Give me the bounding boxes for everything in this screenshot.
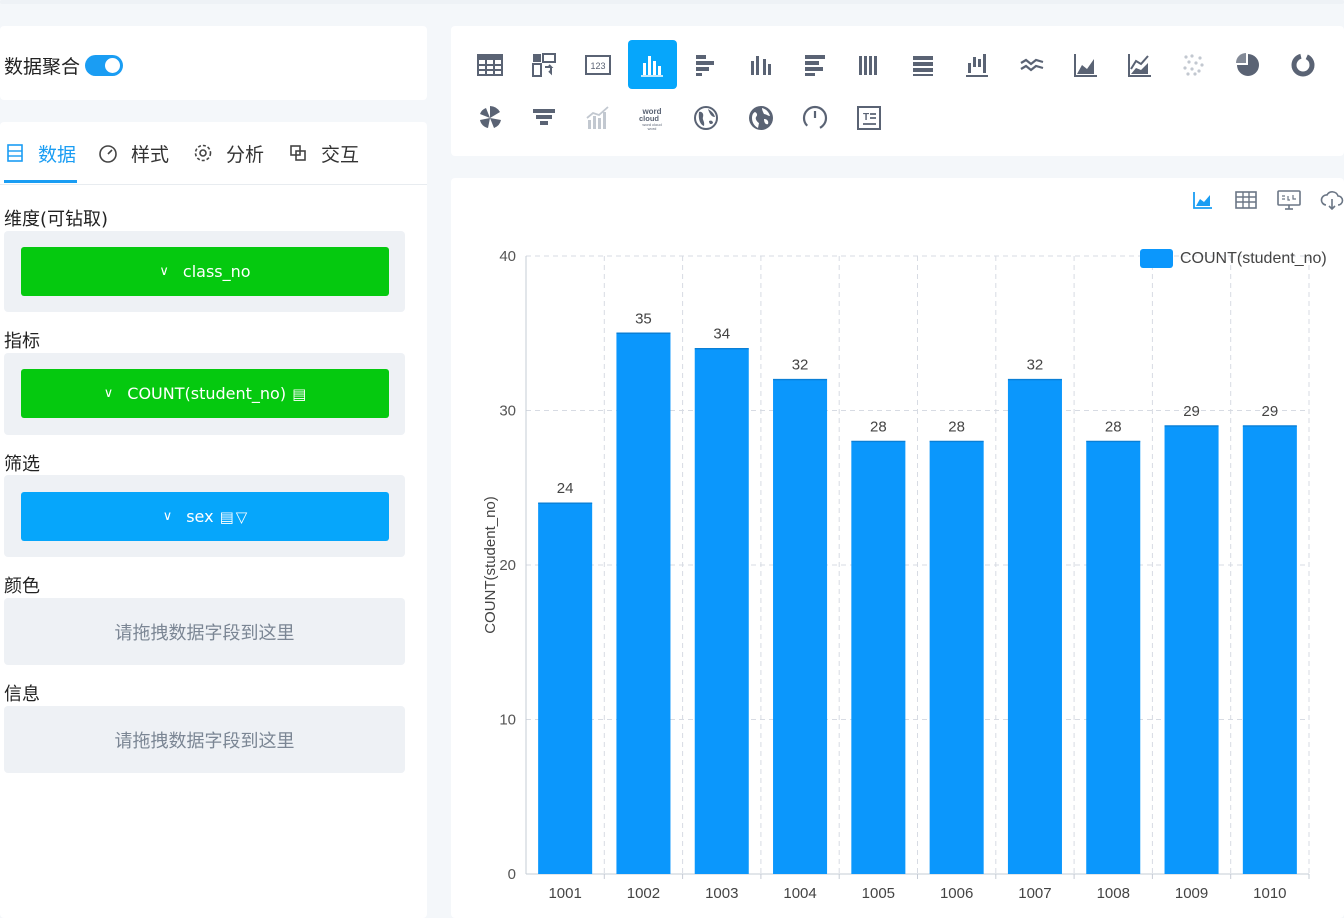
area-chart-icon[interactable]	[1061, 40, 1110, 89]
rose-chart-icon[interactable]	[465, 93, 514, 142]
map-icon[interactable]	[682, 93, 731, 142]
funnel-icon[interactable]	[519, 93, 568, 142]
grouped-bar-icon[interactable]	[736, 40, 785, 89]
line-chart-icon[interactable]	[1007, 40, 1056, 89]
svg-text:T: T	[863, 112, 869, 123]
filter-field-pill[interactable]: ∨ sex ▤ ▽	[21, 492, 389, 541]
svg-text:word: word	[648, 126, 657, 131]
info-title: 信息	[4, 684, 40, 705]
combo-chart-icon[interactable]	[573, 93, 622, 142]
word-cloud-icon[interactable]: word cloud word cloud word	[628, 93, 677, 142]
link-icon	[287, 142, 309, 164]
chevron-down-icon: ∨	[162, 509, 173, 524]
chevron-down-icon: ∨	[159, 264, 169, 279]
metric-field-pill[interactable]: ∨ COUNT(student_no) ▤	[21, 369, 389, 418]
scatter-icon[interactable]	[1170, 40, 1219, 89]
dimension-field-pill[interactable]: ∨ class_no	[21, 247, 389, 296]
metric-title: 指标	[4, 331, 40, 352]
gear-icon	[192, 142, 214, 164]
dimension-title: 维度(可钻取)	[4, 209, 109, 230]
tab-label: 交互	[321, 143, 360, 166]
table-icon[interactable]	[465, 40, 514, 89]
horizontal-bar-icon[interactable]	[682, 40, 731, 89]
stacked-bar-icon[interactable]	[844, 40, 893, 89]
field-label: COUNT(student_no)	[127, 384, 287, 403]
gauge-icon[interactable]	[790, 93, 839, 142]
chart-view-icon[interactable]	[1191, 188, 1215, 212]
field-label: class_no	[182, 262, 251, 281]
pie-chart-icon[interactable]	[1224, 40, 1273, 89]
field-label: sex	[186, 507, 214, 526]
data-icon	[4, 142, 26, 164]
stacked-horizontal-bar-icon[interactable]	[790, 40, 839, 89]
number-card-icon[interactable]: 123	[573, 40, 622, 89]
percent-bar-icon[interactable]	[899, 40, 948, 89]
calendar-icon[interactable]: ▤	[292, 385, 306, 403]
aggregation-label: 数据聚合	[4, 56, 81, 78]
chevron-down-icon: ∨	[103, 386, 114, 401]
calendar-icon[interactable]: ▤	[220, 508, 234, 526]
pivot-icon[interactable]	[519, 40, 568, 89]
svg-text:123: 123	[590, 61, 605, 71]
top-bar	[0, 0, 1344, 4]
tab-interaction[interactable]: 交互	[287, 138, 359, 168]
filter-icon[interactable]: ▽	[236, 508, 248, 526]
color-placeholder: 请拖拽数据字段到这里	[114, 622, 295, 644]
info-placeholder: 请拖拽数据字段到这里	[114, 730, 295, 752]
tab-label: 数据	[38, 143, 77, 166]
donut-chart-icon[interactable]	[1278, 40, 1327, 89]
color-title: 颜色	[4, 576, 40, 597]
tab-style[interactable]: 样式	[97, 138, 169, 168]
chart-panel	[451, 178, 1344, 918]
table-view-icon[interactable]	[1234, 188, 1258, 212]
tab-label: 分析	[226, 143, 265, 166]
tab-label: 样式	[131, 143, 170, 166]
tab-analysis[interactable]: 分析	[192, 138, 264, 168]
filter-title: 筛选	[4, 454, 40, 475]
stacked-area-icon[interactable]	[1115, 40, 1164, 89]
text-icon[interactable]: T	[844, 93, 893, 142]
tab-data[interactable]: 数据	[4, 138, 76, 168]
world-map-icon[interactable]	[736, 93, 785, 142]
sql-icon[interactable]	[1277, 188, 1301, 212]
download-icon[interactable]	[1320, 188, 1344, 212]
aggregation-toggle[interactable]	[85, 55, 123, 76]
tab-active-indicator	[4, 180, 77, 183]
waterfall-icon[interactable]	[953, 40, 1002, 89]
bar-chart-icon[interactable]	[627, 40, 677, 89]
dashboard-icon	[97, 142, 119, 164]
